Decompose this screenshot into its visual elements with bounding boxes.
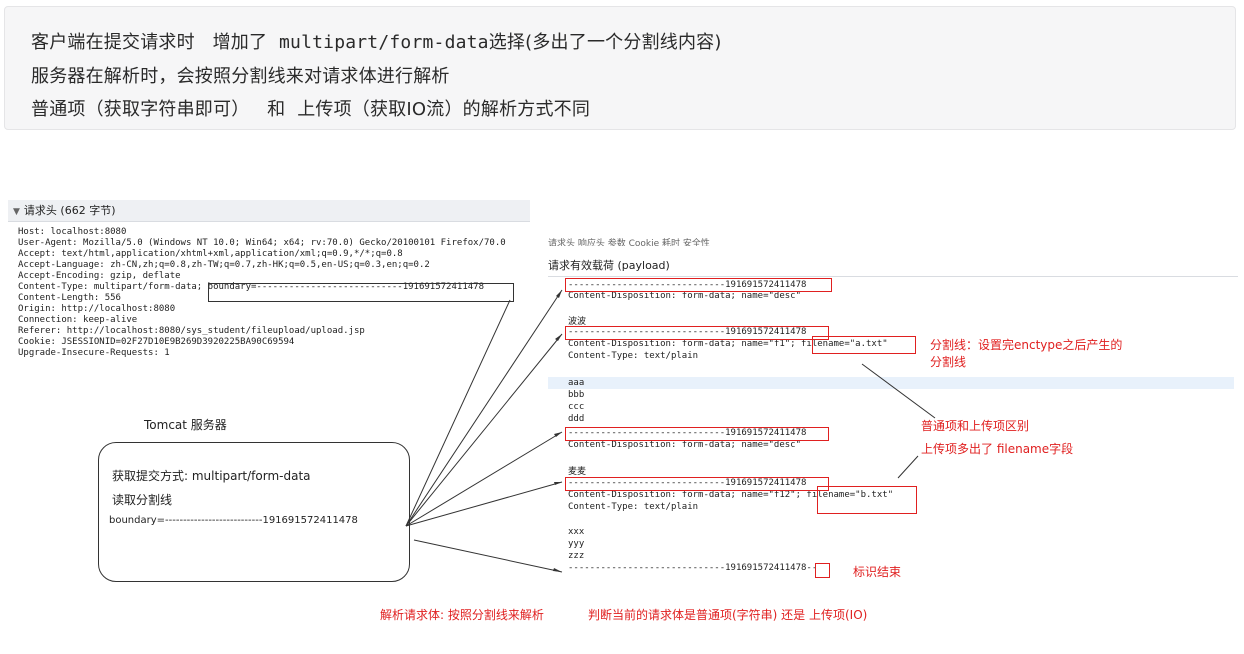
annotation-parse-body: 解析请求体: 按照分割线来解析 xyxy=(380,608,544,622)
server-box: 获取提交方式: multipart/form-data 读取分割线 bounda… xyxy=(98,442,410,582)
collapse-triangle-icon[interactable]: ▼ xyxy=(13,202,20,223)
end-marker-highlight-box xyxy=(815,563,830,578)
payload-selected-row xyxy=(548,377,1234,389)
payload-line: xxx xyxy=(568,527,585,537)
note-box: 客户端在提交请求时 增加了 multipart/form-data选择(多出了一… xyxy=(4,6,1236,130)
header-line: User-Agent: Mozilla/5.0 (Windows NT 10.0… xyxy=(18,238,506,248)
annotation-judge: 判断当前的请求体是普通项(字符串) 还是 上传项(IO) xyxy=(588,608,868,622)
payload-line: yyy xyxy=(568,539,585,549)
boundary-highlight-box xyxy=(565,427,829,441)
payload-line: 麦麦 xyxy=(568,467,587,477)
header-line: Content-Length: 556 xyxy=(18,293,121,303)
header-line: Upgrade-Insecure-Requests: 1 xyxy=(18,348,170,358)
annotation-filename: 上传项多出了 filename字段 xyxy=(921,442,1074,456)
note-line-1-part-b: multipart/form-data xyxy=(279,32,489,53)
annotation-end: 标识结束 xyxy=(853,565,902,579)
payload-line: -----------------------------19169157241… xyxy=(568,563,818,573)
header-line: Host: localhost:8080 xyxy=(18,227,127,237)
boundary-header-box xyxy=(208,283,514,302)
request-headers-title-bar[interactable]: ▼ 请求头 (662 字节) xyxy=(8,200,530,222)
note-line-3: 普通项（获取字符串即可） 和 上传项（获取IO流）的解析方式不同 xyxy=(31,99,591,120)
payload-line: aaa xyxy=(568,378,585,388)
payload-tab-strip: 请求头 响应头 参数 Cookie 耗时 安全性 xyxy=(548,239,710,246)
header-line: Connection: keep-alive xyxy=(18,315,138,325)
request-headers-title: 请求头 (662 字节) xyxy=(23,204,116,217)
header-line: Referer: http://localhost:8080/sys_stude… xyxy=(18,326,365,336)
header-line: Accept: text/html,application/xhtml+xml,… xyxy=(18,249,403,259)
note-line-1-part-a: 客户端在提交请求时 增加了 xyxy=(31,32,280,53)
payload-line: ccc xyxy=(568,402,585,412)
note-line-1-part-c: 选择(多出了一个分割线内容) xyxy=(488,32,722,53)
note-line-1: 客户端在提交请求时 增加了 multipart/form-data选择(多出了一… xyxy=(31,28,722,54)
header-line: Accept-Language: zh-CN,zh;q=0.8,zh-TW;q=… xyxy=(18,260,430,270)
boundary-highlight-box xyxy=(565,278,832,292)
tomcat-title: Tomcat 服务器 xyxy=(144,418,227,432)
payload-line: Content-Disposition: form-data; name="de… xyxy=(568,440,801,450)
filename-highlight-box xyxy=(817,486,917,514)
server-read-divider: 读取分割线 xyxy=(112,493,173,507)
payload-line: zzz xyxy=(568,551,585,561)
payload-line: Content-Type: text/plain xyxy=(568,351,699,361)
payload-line: Content-Type: text/plain xyxy=(568,502,699,512)
payload-line: Content-Disposition: form-data; name="de… xyxy=(568,291,801,301)
boundary-highlight-box xyxy=(565,477,829,491)
payload-line: ddd xyxy=(568,414,585,424)
header-line: Accept-Encoding: gzip, deflate xyxy=(18,271,181,281)
annotation-diff: 普通项和上传项区别 xyxy=(921,419,1030,433)
note-line-2: 服务器在解析时，会按照分割线来对请求体进行解析 xyxy=(31,66,450,87)
annotation-divider-b: 分割线 xyxy=(930,355,967,369)
server-boundary: boundary=---------------------------1916… xyxy=(109,515,358,526)
filename-highlight-box xyxy=(812,336,916,354)
server-submit-method: 获取提交方式: multipart/form-data xyxy=(112,469,311,483)
payload-title: 请求有效载荷 (payload) xyxy=(548,256,1238,277)
payload-line: bbb xyxy=(568,390,585,400)
header-line: Origin: http://localhost:8080 xyxy=(18,304,176,314)
boundary-highlight-box xyxy=(565,326,829,340)
header-line: Cookie: JSESSIONID=02F27D10E9B269D392022… xyxy=(18,337,295,347)
annotation-divider-a: 分割线：设置完enctype之后产生的 xyxy=(930,338,1123,352)
